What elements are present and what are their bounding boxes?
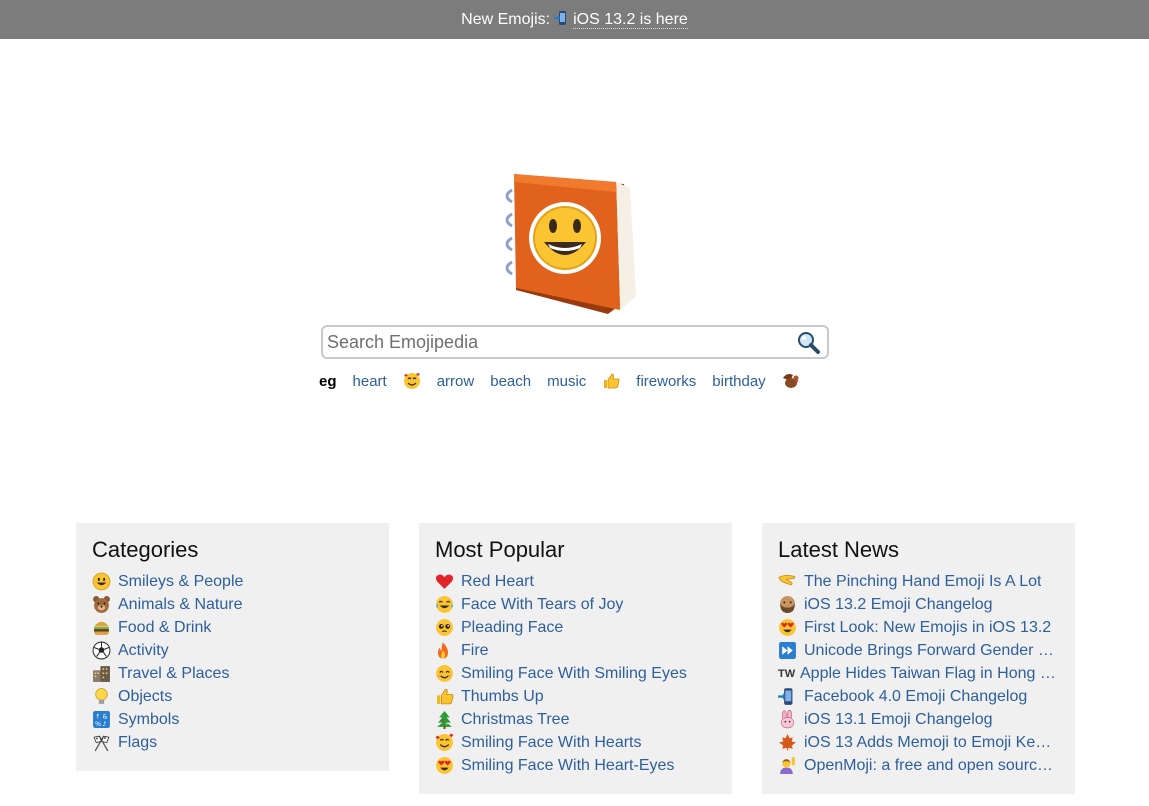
- list-item[interactable]: Fire: [435, 639, 720, 662]
- latest-news-panel: Latest News The Pinching Hand Emoji Is A…: [762, 523, 1075, 794]
- thumbs-up-icon[interactable]: [602, 372, 620, 390]
- christmas-tree-icon: [435, 710, 457, 729]
- categories-panel: Categories Smileys & People Animals & Na…: [76, 523, 389, 771]
- bearded-face-icon: [778, 595, 800, 614]
- emojipedia-book-logo[interactable]: [496, 170, 646, 320]
- turkey-icon[interactable]: [782, 372, 800, 390]
- most-popular-panel: Most Popular Red Heart Face With Tears o…: [419, 523, 732, 794]
- list-item[interactable]: Smileys & People: [92, 570, 377, 593]
- list-item[interactable]: Smiling Face With Hearts: [435, 731, 720, 754]
- search-input[interactable]: [327, 329, 787, 355]
- list-item[interactable]: ↑ &% ♪ Symbols: [92, 708, 377, 731]
- thumbs-up-icon: [435, 687, 457, 706]
- suggestion-heart[interactable]: heart: [353, 373, 387, 390]
- news-title: Latest News: [778, 537, 900, 562]
- grinning-face-icon: [92, 572, 114, 591]
- list-item[interactable]: iOS 13.1 Emoji Changelog: [778, 708, 1063, 731]
- list-item[interactable]: iOS 13 Adds Memoji to Emoji Ke…: [778, 731, 1063, 754]
- smiling-face-with-hearts-icon: [435, 733, 457, 752]
- buildings-icon: [92, 664, 114, 683]
- list-item[interactable]: TW Apple Hides Taiwan Flag in Hong …: [778, 662, 1063, 685]
- list-item[interactable]: Flags: [92, 731, 377, 754]
- list-item[interactable]: Thumbs Up: [435, 685, 720, 708]
- svg-text:%: %: [95, 721, 101, 728]
- popular-title: Most Popular: [435, 537, 565, 562]
- svg-text:♪: ♪: [103, 721, 107, 728]
- search-box: [321, 325, 829, 359]
- list-item[interactable]: iOS 13.2 Emoji Changelog: [778, 593, 1063, 616]
- list-item[interactable]: Travel & Places: [92, 662, 377, 685]
- categories-title: Categories: [92, 537, 199, 562]
- suggestion-beach[interactable]: beach: [490, 373, 531, 390]
- list-item[interactable]: Christmas Tree: [435, 708, 720, 731]
- fire-icon: [435, 641, 457, 660]
- svg-text:&: &: [103, 713, 108, 720]
- red-heart-icon: [435, 572, 457, 591]
- mobile-phone-arrow-icon: [554, 10, 568, 29]
- announcement-banner: New Emojis: iOS 13.2 is here: [0, 0, 1149, 39]
- news-list: The Pinching Hand Emoji Is A Lot iOS 13.…: [778, 570, 1063, 777]
- list-item[interactable]: Smiling Face With Smiling Eyes: [435, 662, 720, 685]
- smiling-face-with-hearts-icon[interactable]: [403, 372, 421, 390]
- maple-leaf-icon: [778, 733, 800, 752]
- search-suggestions: eg heart arrow beach music fireworks bir…: [319, 370, 816, 392]
- popular-list: Red Heart Face With Tears of Joy Pleadin…: [435, 570, 720, 777]
- svg-text:↑: ↑: [95, 713, 100, 720]
- light-bulb-icon: [92, 687, 114, 706]
- heart-eyes-icon: [778, 618, 800, 637]
- person-raising-hand-icon: [778, 756, 800, 775]
- list-item[interactable]: Animals & Nature: [92, 593, 377, 616]
- categories-list: Smileys & People Animals & Nature Food &…: [92, 570, 377, 754]
- list-item[interactable]: OpenMoji: a free and open sourc…: [778, 754, 1063, 777]
- suggestion-fireworks[interactable]: fireworks: [636, 373, 696, 390]
- pleading-face-icon: [435, 618, 457, 637]
- list-item[interactable]: Face With Tears of Joy: [435, 593, 720, 616]
- tw-text-icon: TW: [778, 667, 796, 680]
- list-item[interactable]: The Pinching Hand Emoji Is A Lot: [778, 570, 1063, 593]
- pinching-hand-icon: [778, 572, 800, 591]
- list-item[interactable]: Objects: [92, 685, 377, 708]
- smiling-eyes-icon: [435, 664, 457, 683]
- hamburger-icon: [92, 618, 114, 637]
- suggestion-birthday[interactable]: birthday: [712, 373, 765, 390]
- symbols-icon: ↑ &% ♪: [92, 710, 114, 729]
- banner-prefix: New Emojis:: [461, 10, 551, 28]
- heart-eyes-icon: [435, 756, 457, 775]
- bear-face-icon: [92, 595, 114, 614]
- magnifier-icon[interactable]: [797, 331, 821, 355]
- suggestion-music[interactable]: music: [547, 373, 586, 390]
- suggestion-arrow[interactable]: arrow: [437, 373, 475, 390]
- list-item[interactable]: Smiling Face With Heart-Eyes: [435, 754, 720, 777]
- list-item[interactable]: First Look: New Emojis in iOS 13.2: [778, 616, 1063, 639]
- tears-of-joy-icon: [435, 595, 457, 614]
- list-item[interactable]: Food & Drink: [92, 616, 377, 639]
- banner-link[interactable]: iOS 13.2 is here: [573, 11, 688, 29]
- list-item[interactable]: Unicode Brings Forward Gender …: [778, 639, 1063, 662]
- mobile-phone-arrow-icon: [778, 687, 800, 706]
- pink-rabbit-icon: [778, 710, 800, 729]
- fast-forward-icon: [778, 641, 800, 660]
- list-item[interactable]: Red Heart: [435, 570, 720, 593]
- list-item[interactable]: Facebook 4.0 Emoji Changelog: [778, 685, 1063, 708]
- soccer-ball-icon: [92, 641, 114, 660]
- suggestions-lead: eg: [319, 372, 337, 390]
- list-item[interactable]: Activity: [92, 639, 377, 662]
- crossed-flags-icon: [92, 733, 114, 752]
- list-item[interactable]: Pleading Face: [435, 616, 720, 639]
